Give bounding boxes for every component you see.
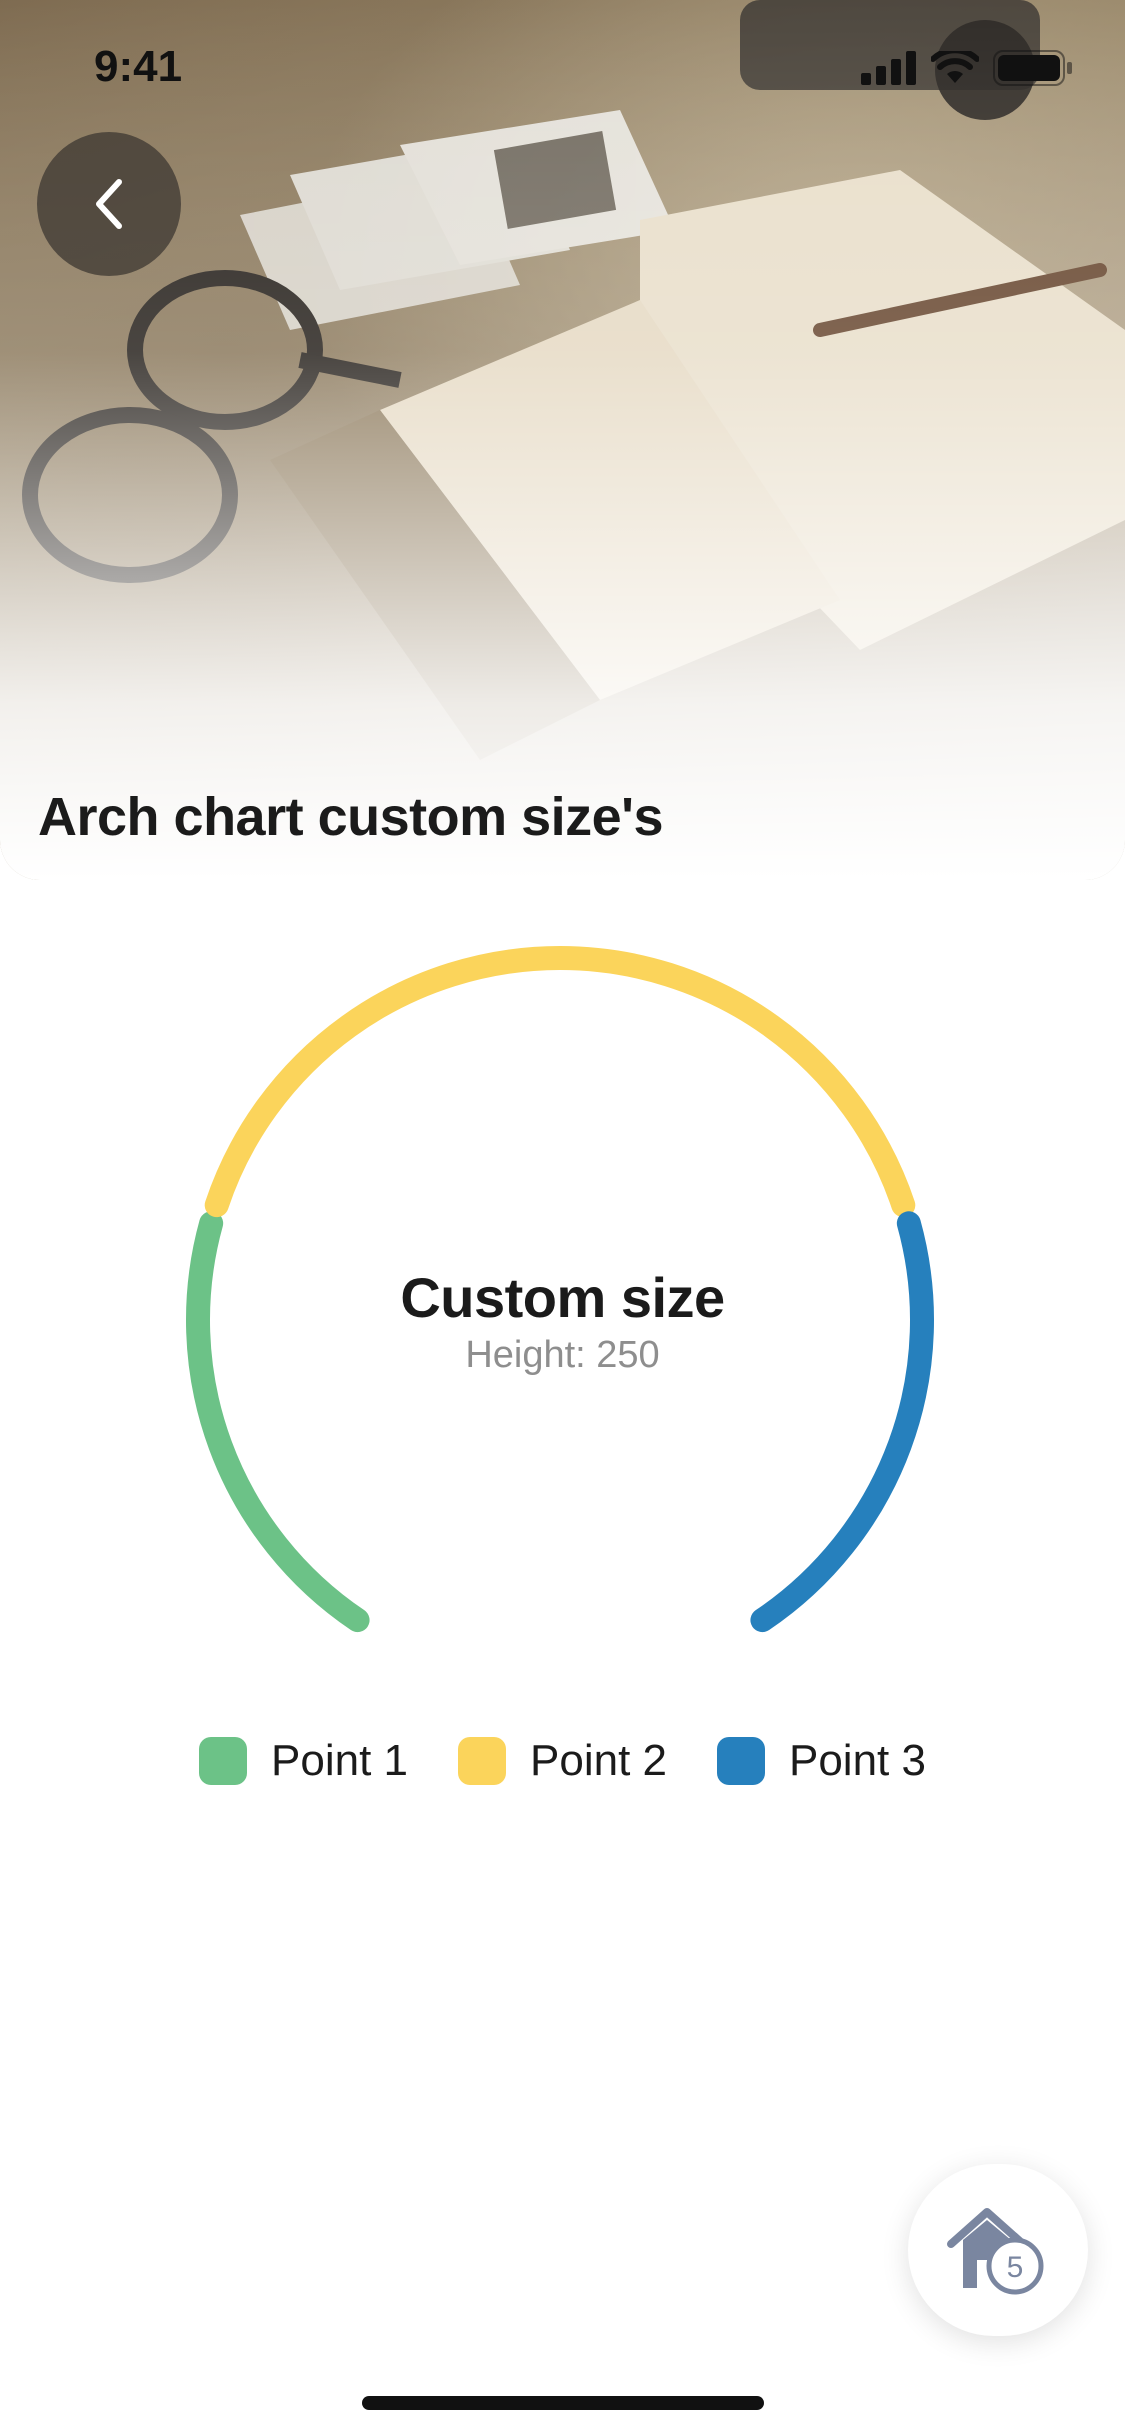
page-title: Arch chart custom size's — [38, 787, 664, 847]
home-icon: 5 — [947, 2208, 1044, 2295]
legend-item-point-1: Point 1 — [199, 1736, 408, 1786]
status-time: 9:41 — [94, 42, 183, 91]
chart-subtitle: Height: 250 — [465, 1334, 660, 1376]
legend-swatch — [199, 1737, 248, 1785]
legend-item-point-2: Point 2 — [458, 1736, 667, 1786]
legend-label: Point 1 — [271, 1736, 408, 1785]
chevron-left-icon — [96, 179, 122, 229]
fab-badge: 5 — [1007, 2251, 1024, 2284]
legend-label: Point 2 — [530, 1736, 667, 1785]
arch-segment-2 — [204, 946, 916, 1218]
hero-fade-overlay — [0, 0, 1125, 880]
chart-center-label: Custom size Height: 250 — [0, 1265, 1125, 1377]
legend-label: Point 3 — [788, 1736, 926, 1785]
wifi-icon — [931, 51, 979, 83]
chart-legend: Point 1 Point 2 Point 3 — [0, 1736, 1125, 1786]
home-indicator — [362, 2396, 764, 2410]
status-icons — [861, 50, 1073, 86]
battery-icon — [993, 50, 1072, 86]
legend-swatch — [716, 1737, 765, 1785]
chart-title: Custom size — [400, 1266, 725, 1329]
legend-swatch — [458, 1737, 506, 1785]
back-button[interactable] — [37, 132, 181, 276]
status-bar: 9:41 — [0, 0, 1125, 132]
home-fab-button[interactable]: 5 — [908, 2164, 1088, 2336]
legend-item-point-3: Point 3 — [716, 1736, 926, 1786]
hero-header — [0, 0, 1125, 880]
cellular-signal-icon — [861, 51, 916, 85]
